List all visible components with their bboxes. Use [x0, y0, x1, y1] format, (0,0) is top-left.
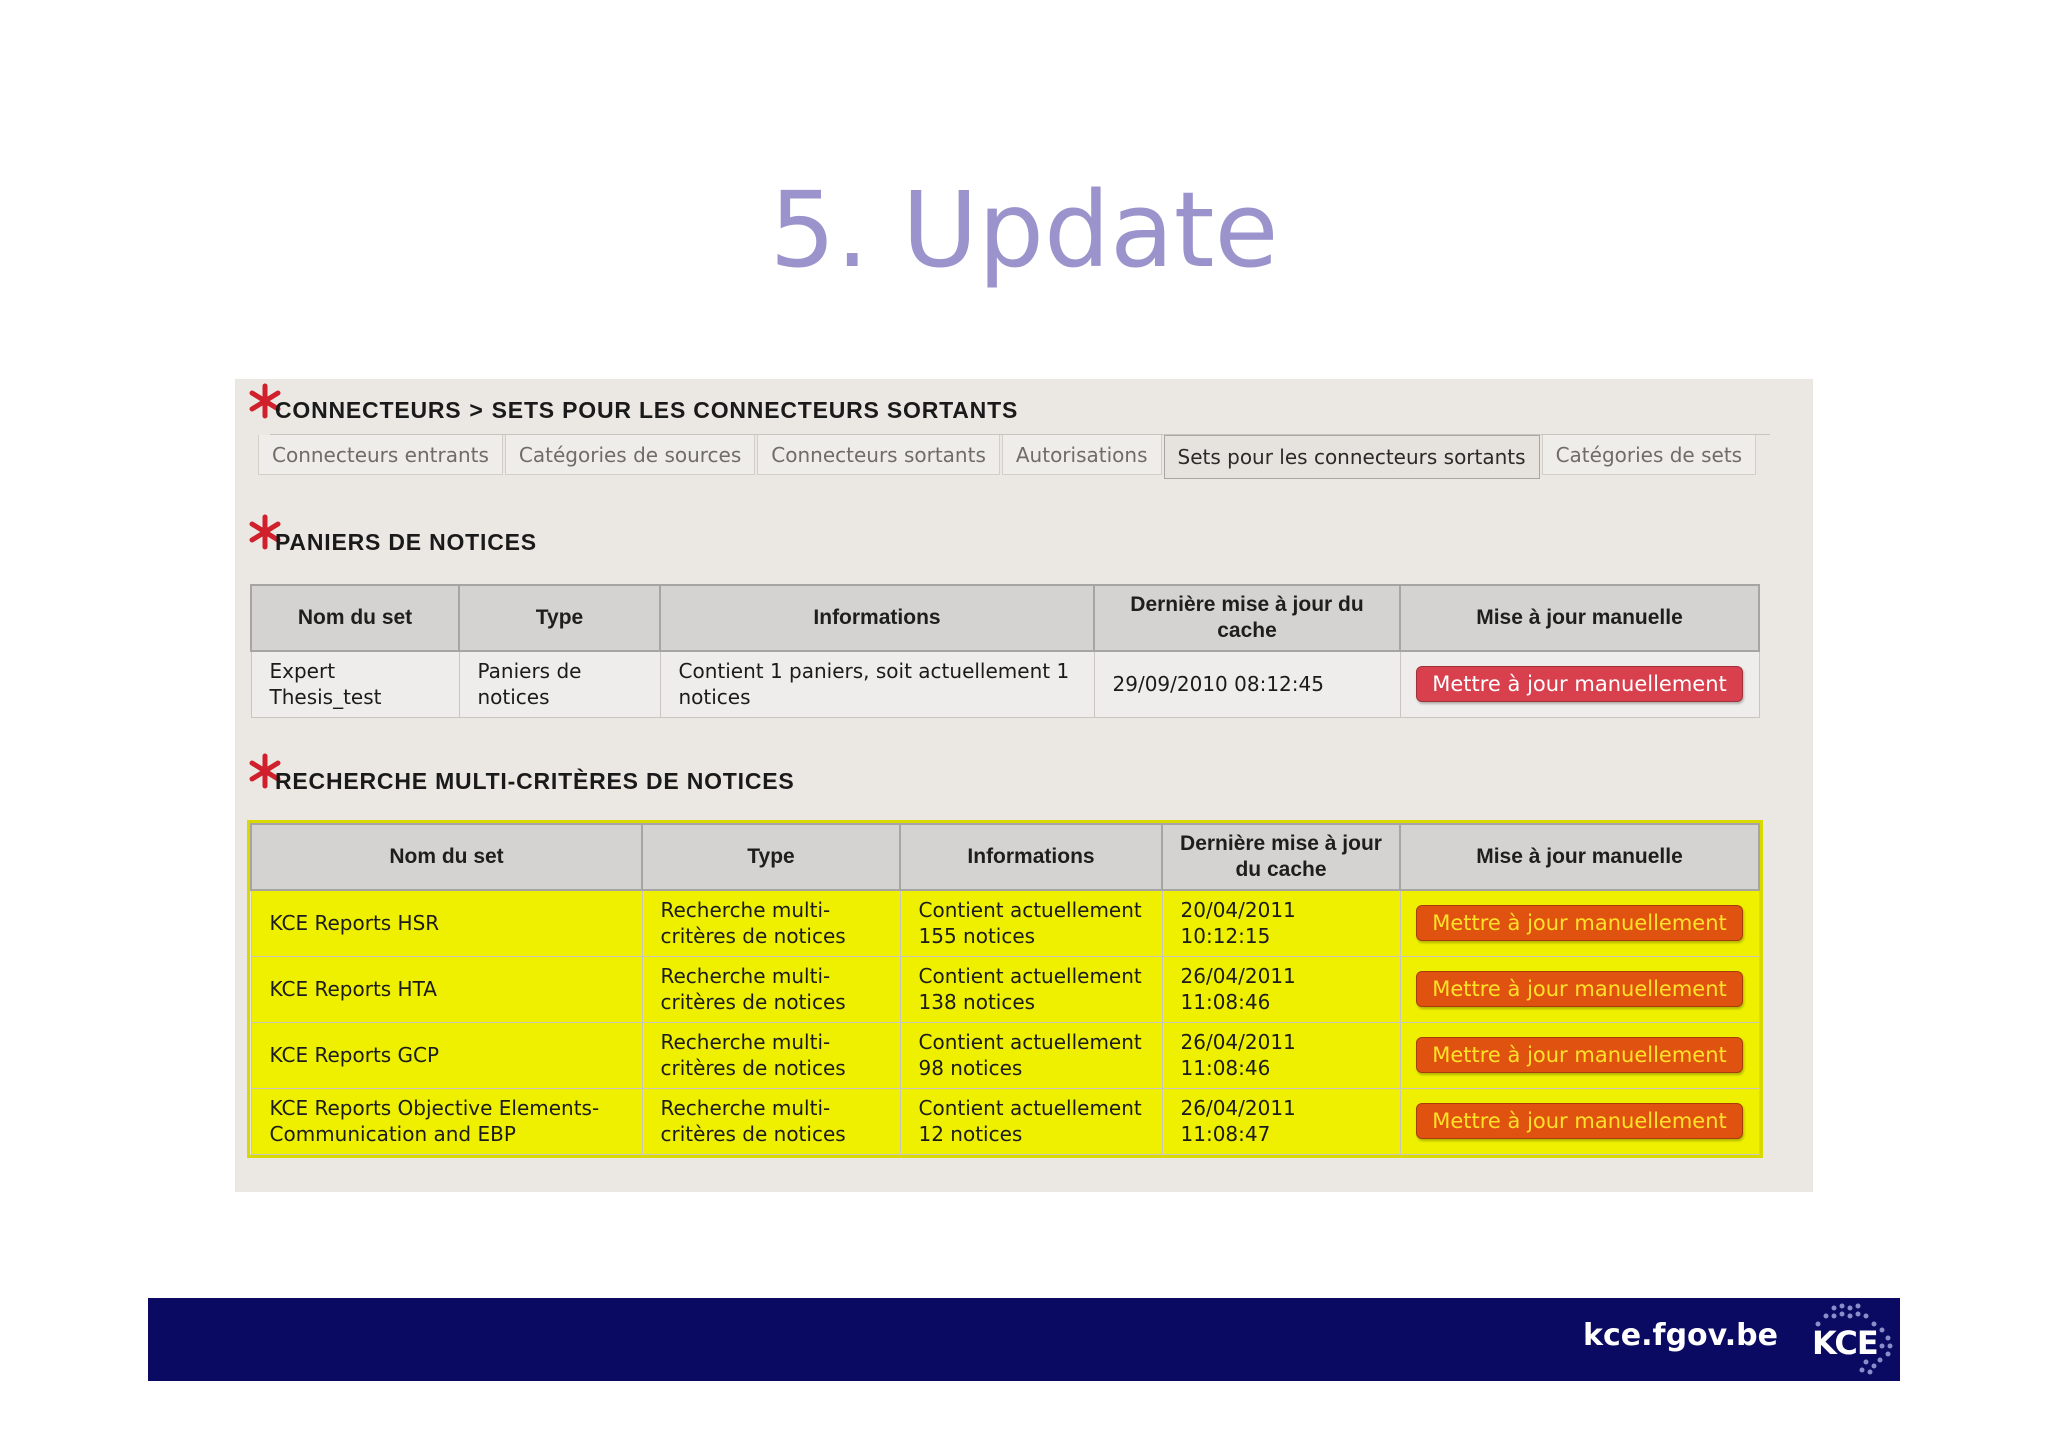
cell-action: Mettre à jour manuellement	[1399, 955, 1760, 1023]
slide-title: 5. Update	[769, 169, 1279, 291]
cell-derniere-mise-a-jour: 20/04/2011 10:12:15	[1161, 889, 1401, 957]
tab-categories-de-sets[interactable]: Catégories de sets	[1541, 435, 1757, 475]
column-header-mise-a-jour-manuelle[interactable]: Mise à jour manuelle	[1399, 584, 1760, 652]
kce-logo: KCE	[1804, 1300, 1898, 1380]
table-header-row: Nom du set Type Informations Dernière mi…	[250, 584, 1760, 652]
breadcrumb-item-current: SETS POUR LES CONNECTEURS SORTANTS	[491, 397, 1019, 423]
update-manually-button[interactable]: Mettre à jour manuellement	[1416, 1037, 1743, 1073]
footer-url[interactable]: kce.fgov.be	[1583, 1318, 1778, 1353]
cell-type: Recherche multi-critères de notices	[641, 955, 901, 1023]
cell-informations: Contient 1 paniers, soit actuellement 1 …	[659, 650, 1095, 718]
column-header-mise-a-jour-manuelle[interactable]: Mise à jour manuelle	[1399, 823, 1760, 891]
column-header-derniere-mise-a-jour[interactable]: Dernière mise à jour du cache	[1093, 584, 1401, 652]
tab-sets-connecteurs-sortants[interactable]: Sets pour les connecteurs sortants	[1163, 435, 1540, 479]
cell-nom: KCE Reports Objective Elements-Communica…	[250, 1087, 643, 1155]
update-manually-button[interactable]: Mettre à jour manuellement	[1416, 971, 1743, 1007]
update-manually-button[interactable]: Mettre à jour manuellement	[1416, 1103, 1743, 1139]
breadcrumb: CONNECTEURS > SETS POUR LES CONNECTEURS SO…	[275, 397, 1018, 424]
table-row: KCE Reports HTA Recherche multi-critères…	[250, 955, 1760, 1023]
footer-bar: kce.fgov.be KCE	[148, 1298, 1900, 1381]
cell-action: Mettre à jour manuellement	[1399, 650, 1760, 718]
cell-type: Recherche multi-critères de notices	[641, 1021, 901, 1089]
paniers-table: Nom du set Type Informations Dernière mi…	[250, 584, 1760, 718]
cell-action: Mettre à jour manuellement	[1399, 889, 1760, 957]
app-screenshot: CONNECTEURS > SETS POUR LES CONNECTEURS SO…	[235, 379, 1813, 1192]
cell-type: Recherche multi-critères de notices	[641, 1087, 901, 1155]
table-row: KCE Reports GCP Recherche multi-critères…	[250, 1021, 1760, 1089]
column-header-nom[interactable]: Nom du set	[250, 823, 643, 891]
tab-connecteurs-entrants[interactable]: Connecteurs entrants	[258, 435, 503, 475]
table-row: KCE Reports HSR Recherche multi-critères…	[250, 889, 1760, 957]
section-title-recherche: RECHERCHE MULTI-CRITÈRES DE NOTICES	[275, 768, 795, 794]
tab-categories-de-sources[interactable]: Catégories de sources	[504, 435, 756, 475]
cell-type: Paniers de notices	[458, 650, 661, 718]
cell-derniere-mise-a-jour: 26/04/2011 11:08:46	[1161, 1021, 1401, 1089]
cell-derniere-mise-a-jour: 29/09/2010 08:12:45	[1093, 650, 1401, 718]
cell-informations: Contient actuellement 12 notices	[899, 1087, 1163, 1155]
cell-nom: KCE Reports HTA	[250, 955, 643, 1023]
breadcrumb-item-connecteurs[interactable]: CONNECTEURS	[275, 397, 461, 423]
table-row: KCE Reports Objective Elements-Communica…	[250, 1087, 1760, 1155]
cell-derniere-mise-a-jour: 26/04/2011 11:08:46	[1161, 955, 1401, 1023]
cell-informations: Contient actuellement 138 notices	[899, 955, 1163, 1023]
column-header-type[interactable]: Type	[641, 823, 901, 891]
section-title-paniers: PANIERS DE NOTICES	[275, 529, 537, 555]
cell-derniere-mise-a-jour: 26/04/2011 11:08:47	[1161, 1087, 1401, 1155]
table-header-row: Nom du set Type Informations Dernière mi…	[250, 823, 1760, 891]
table-row: Expert Thesis_test Paniers de notices Co…	[250, 650, 1760, 718]
cell-informations: Contient actuellement 98 notices	[899, 1021, 1163, 1089]
tab-autorisations[interactable]: Autorisations	[1001, 435, 1162, 475]
cell-action: Mettre à jour manuellement	[1399, 1021, 1760, 1089]
recherche-table: Nom du set Type Informations Dernière mi…	[247, 820, 1763, 1158]
cell-nom: KCE Reports GCP	[250, 1021, 643, 1089]
tab-connecteurs-sortants[interactable]: Connecteurs sortants	[757, 435, 1000, 475]
tab-bar: Connecteurs entrants Catégories de sourc…	[258, 435, 1758, 479]
column-header-informations[interactable]: Informations	[899, 823, 1163, 891]
column-header-derniere-mise-a-jour[interactable]: Dernière mise à jour du cache	[1161, 823, 1401, 891]
breadcrumb-separator: >	[469, 397, 484, 423]
column-header-informations[interactable]: Informations	[659, 584, 1095, 652]
cell-nom: KCE Reports HSR	[250, 889, 643, 957]
cell-informations: Contient actuellement 155 notices	[899, 889, 1163, 957]
cell-nom: Expert Thesis_test	[250, 650, 460, 718]
update-manually-button[interactable]: Mettre à jour manuellement	[1416, 905, 1743, 942]
cell-action: Mettre à jour manuellement	[1399, 1087, 1760, 1155]
cell-type: Recherche multi-critères de notices	[641, 889, 901, 957]
column-header-type[interactable]: Type	[458, 584, 661, 652]
logo-text: KCE	[1812, 1324, 1879, 1362]
update-manually-button[interactable]: Mettre à jour manuellement	[1416, 666, 1743, 703]
column-header-nom[interactable]: Nom du set	[250, 584, 460, 652]
